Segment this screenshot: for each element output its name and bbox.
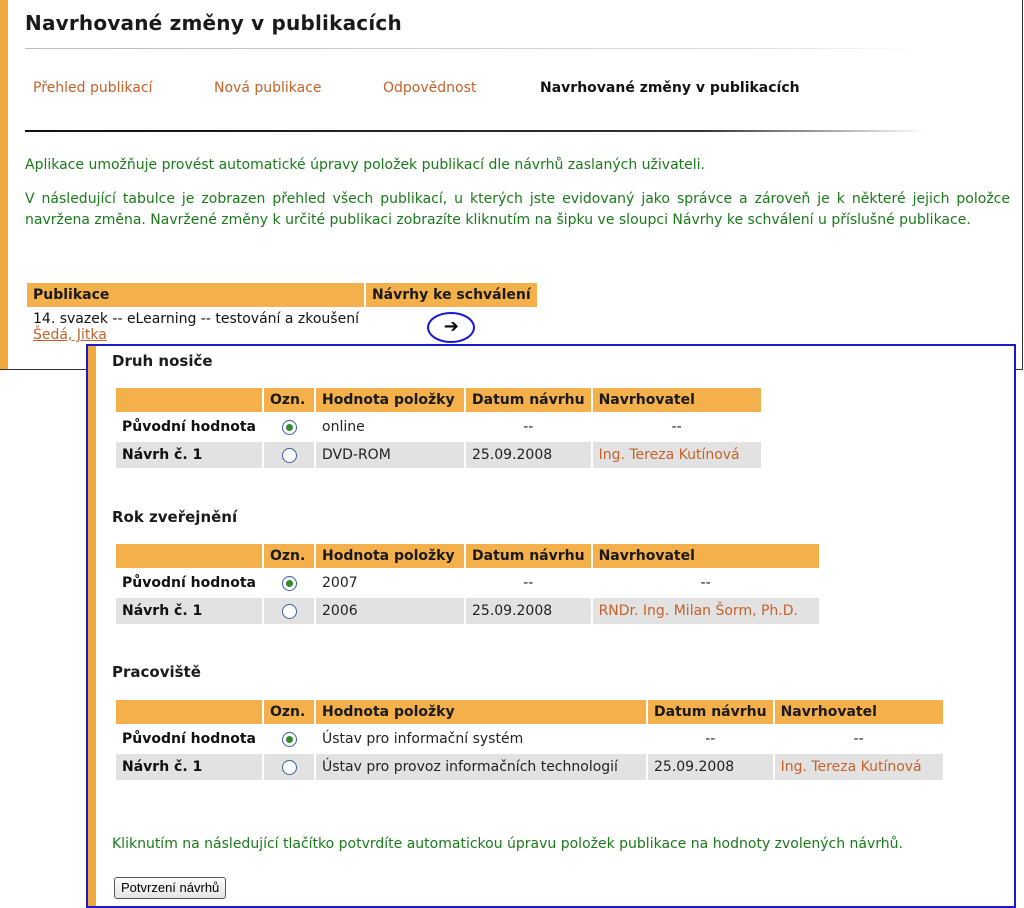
row-label: Návrh č. 1 bbox=[116, 440, 263, 468]
proposer-link[interactable]: RNDr. Ing. Milan Šorm, Ph.D. bbox=[590, 596, 819, 624]
intro-paragraph-1: Aplikace umožňuje provést automatické úp… bbox=[25, 157, 705, 173]
item-value: Ústav pro informační systém bbox=[314, 724, 647, 753]
left-accent-bar bbox=[0, 0, 8, 369]
radio-proposal-1[interactable] bbox=[281, 447, 297, 463]
table-row: Návrh č. 1 DVD-ROM 25.09.2008 Ing. Terez… bbox=[116, 440, 761, 468]
proposal-date: -- bbox=[646, 724, 774, 753]
col-header-navrhovatel: Navrhovatel bbox=[590, 544, 819, 569]
section-title-rok-zverejneni: Rok zveřejnění bbox=[112, 508, 238, 526]
proposal-date: -- bbox=[464, 412, 592, 441]
col-header-ozn: Ozn. bbox=[262, 700, 315, 725]
row-label: Původní hodnota bbox=[116, 724, 263, 753]
section-title-druh-nosice: Druh nosiče bbox=[112, 352, 213, 370]
tab-nova-publikace[interactable]: Nová publikace bbox=[214, 80, 322, 96]
proposal-date: -- bbox=[464, 568, 592, 597]
proposer: -- bbox=[590, 412, 761, 441]
col-header-ozn: Ozn. bbox=[262, 544, 315, 569]
proposal-table-druh-nosice: Ozn. Hodnota položky Datum návrhu Navrho… bbox=[116, 388, 761, 468]
table-row: Původní hodnota online -- -- bbox=[116, 412, 761, 441]
col-header-ozn: Ozn. bbox=[262, 388, 315, 413]
right-arrow-icon[interactable]: ➔ bbox=[427, 312, 476, 343]
table-row: Původní hodnota 2007 -- -- bbox=[116, 568, 819, 597]
row-label: Původní hodnota bbox=[116, 412, 263, 441]
radio-proposal-1[interactable] bbox=[281, 759, 297, 775]
confirm-instructions: Kliknutím na následující tlačítko potvrd… bbox=[112, 836, 903, 852]
col-header-datum: Datum návrhu bbox=[464, 544, 592, 569]
col-header-navrhy: Návrhy ke schválení bbox=[364, 283, 539, 307]
col-header-hodnota: Hodnota položky bbox=[314, 388, 465, 413]
radio-original-value[interactable] bbox=[281, 575, 297, 591]
confirm-proposals-button[interactable]: Potvrzení návrhů bbox=[114, 877, 227, 899]
item-value: DVD-ROM bbox=[314, 440, 465, 468]
tab-navrhovane-zmeny[interactable]: Navrhované změny v publikacích bbox=[540, 80, 800, 96]
row-label: Návrh č. 1 bbox=[116, 596, 263, 624]
proposal-table-rok-zverejneni: Ozn. Hodnota položky Datum návrhu Navrho… bbox=[116, 544, 819, 624]
col-header-datum: Datum návrhu bbox=[646, 700, 774, 725]
tab-prehled-publikaci[interactable]: Přehled publikací bbox=[33, 80, 152, 96]
col-header-empty bbox=[116, 544, 263, 569]
proposer-link[interactable]: Ing. Tereza Kutínová bbox=[590, 440, 761, 468]
proposal-table-pracoviste: Ozn. Hodnota položky Datum návrhu Navrho… bbox=[116, 700, 943, 780]
tab-odpovednost[interactable]: Odpovědnost bbox=[383, 80, 476, 96]
proposer-link[interactable]: Ing. Tereza Kutínová bbox=[772, 752, 943, 780]
proposal-date: 25.09.2008 bbox=[464, 440, 592, 468]
row-label: Návrh č. 1 bbox=[116, 752, 263, 780]
item-value: 2006 bbox=[314, 596, 465, 624]
item-value: Ústav pro provoz informačních technologi… bbox=[314, 752, 647, 780]
panel-accent-bar bbox=[88, 346, 96, 906]
item-value: online bbox=[314, 412, 465, 441]
col-header-navrhovatel: Navrhovatel bbox=[590, 388, 761, 413]
page-title: Navrhované změny v publikacích bbox=[25, 11, 402, 35]
table-row: Návrh č. 1 2006 25.09.2008 RNDr. Ing. Mi… bbox=[116, 596, 819, 624]
title-divider bbox=[25, 48, 925, 49]
section-title-pracoviste: Pracoviště bbox=[112, 663, 201, 681]
intro-paragraph-2: V následující tabulce je zobrazen přehle… bbox=[25, 190, 1010, 229]
col-header-hodnota: Hodnota položky bbox=[314, 700, 647, 725]
publication-author-link[interactable]: Šedá, Jitka bbox=[33, 327, 359, 343]
col-header-publikace: Publikace bbox=[27, 283, 366, 307]
table-row: Návrh č. 1 Ústav pro provoz informačních… bbox=[116, 752, 943, 780]
table-row: Původní hodnota Ústav pro informační sys… bbox=[116, 724, 943, 753]
radio-original-value[interactable] bbox=[281, 419, 297, 435]
publication-name: 14. svazek -- eLearning -- testování a z… bbox=[33, 311, 359, 327]
proposals-detail-panel: Druh nosiče Ozn. Hodnota položky Datum n… bbox=[86, 344, 1016, 908]
intro-text: Aplikace umožňuje provést automatické úp… bbox=[25, 155, 1010, 244]
nav-divider bbox=[25, 130, 925, 132]
col-header-datum: Datum návrhu bbox=[464, 388, 592, 413]
radio-original-value[interactable] bbox=[281, 731, 297, 747]
row-label: Původní hodnota bbox=[116, 568, 263, 597]
proposal-date: 25.09.2008 bbox=[464, 596, 592, 624]
table-row: 14. svazek -- eLearning -- testování a z… bbox=[27, 307, 538, 343]
col-header-empty bbox=[116, 388, 263, 413]
proposal-date: 25.09.2008 bbox=[646, 752, 774, 780]
proposer: -- bbox=[772, 724, 943, 753]
proposer: -- bbox=[590, 568, 819, 597]
col-header-navrhovatel: Navrhovatel bbox=[772, 700, 943, 725]
radio-proposal-1[interactable] bbox=[281, 603, 297, 619]
item-value: 2007 bbox=[314, 568, 465, 597]
col-header-hodnota: Hodnota položky bbox=[314, 544, 465, 569]
col-header-empty bbox=[116, 700, 263, 725]
publications-table: Publikace Návrhy ke schválení 14. svazek… bbox=[27, 283, 539, 343]
publications-page: Navrhované změny v publikacích Přehled p… bbox=[0, 0, 1023, 370]
